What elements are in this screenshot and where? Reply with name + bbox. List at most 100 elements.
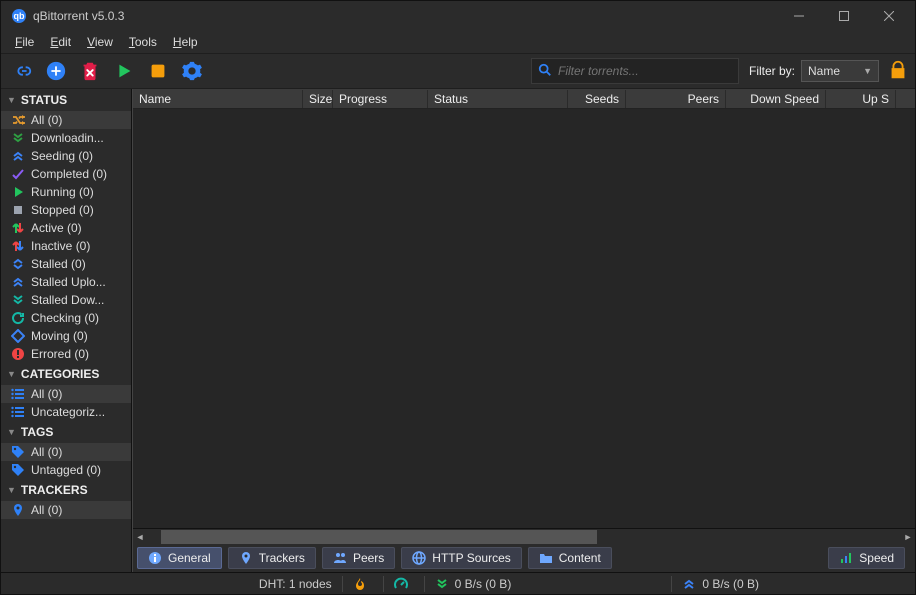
column-header[interactable]: Progress (333, 90, 428, 108)
diamond-icon (11, 329, 25, 343)
sidebar-item[interactable]: All (0) (1, 385, 131, 403)
sidebar-item-label: Completed (0) (31, 167, 125, 181)
close-button[interactable] (866, 1, 911, 31)
status-firewall[interactable] (353, 577, 373, 591)
sidebar-item-label: Inactive (0) (31, 239, 125, 253)
pause-button[interactable] (143, 56, 173, 86)
lock-button[interactable] (887, 59, 909, 84)
pin-icon (11, 503, 25, 517)
sidebar-item[interactable]: Active (0) (1, 219, 131, 237)
column-header[interactable]: Name (133, 90, 303, 108)
sidebar-item-label: Seeding (0) (31, 149, 125, 163)
sidebar-item[interactable]: All (0) (1, 111, 131, 129)
filter-by-value: Name (808, 64, 840, 78)
menu-tools[interactable]: Tools (121, 33, 165, 51)
settings-button[interactable] (177, 56, 207, 86)
play-icon (11, 185, 25, 199)
maximize-button[interactable] (821, 1, 866, 31)
sidebar-item[interactable]: Downloadin... (1, 129, 131, 147)
info-icon (148, 551, 162, 565)
tab-content[interactable]: Content (528, 547, 612, 569)
chevron-down-icon: ▼ (863, 66, 872, 76)
up-stack-icon (682, 577, 696, 591)
list-icon (11, 387, 25, 401)
sidebar-item[interactable]: Untagged (0) (1, 461, 131, 479)
sidebar-item-label: Stalled Dow... (31, 293, 125, 307)
sidebar-item[interactable]: Stopped (0) (1, 201, 131, 219)
shuffle-icon (11, 113, 25, 127)
tab-http-sources[interactable]: HTTP Sources (401, 547, 521, 569)
column-header[interactable]: Down Speed (726, 90, 826, 108)
filter-by-select[interactable]: Name ▼ (801, 60, 879, 82)
search-input[interactable] (558, 64, 732, 78)
add-torrent-button[interactable] (41, 56, 71, 86)
sidebar-item[interactable]: Checking (0) (1, 309, 131, 327)
sidebar-item-label: Moving (0) (31, 329, 125, 343)
sidebar-item-label: All (0) (31, 445, 125, 459)
sidebar-item[interactable]: Stalled Dow... (1, 291, 131, 309)
sidebar-item[interactable]: Running (0) (1, 183, 131, 201)
sidebar-item[interactable]: Errored (0) (1, 345, 131, 363)
sidebar-item[interactable]: Completed (0) (1, 165, 131, 183)
sidebar-item[interactable]: Seeding (0) (1, 147, 131, 165)
add-link-button[interactable] (7, 56, 37, 86)
sidebar-item[interactable]: All (0) (1, 443, 131, 461)
scroll-right-arrow[interactable]: ► (901, 530, 915, 544)
sidebar-item[interactable]: Inactive (0) (1, 237, 131, 255)
menu-view[interactable]: View (79, 33, 121, 51)
menu-file[interactable]: File (7, 33, 42, 51)
status-alt-speed[interactable] (394, 577, 414, 591)
status-dht[interactable]: DHT: 1 nodes (259, 577, 332, 591)
sidebar-item-label: Downloadin... (31, 131, 125, 145)
sidebar-item[interactable]: Uncategoriz... (1, 403, 131, 421)
sidebar-item[interactable]: Stalled Uplo... (1, 273, 131, 291)
alert-icon (11, 347, 25, 361)
tab-label: Trackers (259, 551, 305, 565)
collapse-icon: ▼ (7, 95, 16, 105)
tab-label: Speed (859, 551, 894, 565)
column-header[interactable]: Status (428, 90, 568, 108)
column-header[interactable]: Size (303, 90, 333, 108)
down-stack-icon (11, 131, 25, 145)
sidebar-section-trackers[interactable]: ▼TRACKERS (1, 479, 131, 501)
square-icon (11, 203, 25, 217)
search-box[interactable] (531, 58, 739, 84)
delete-button[interactable] (75, 56, 105, 86)
sidebar-item[interactable]: All (0) (1, 501, 131, 519)
sidebar-section-categories[interactable]: ▼CATEGORIES (1, 363, 131, 385)
list-icon (11, 405, 25, 419)
table-body[interactable] (133, 109, 915, 528)
filter-by-label: Filter by: (749, 64, 795, 78)
menu-help[interactable]: Help (165, 33, 206, 51)
menubar: FileEditViewToolsHelp (1, 31, 915, 53)
minimize-button[interactable] (776, 1, 821, 31)
scroll-left-arrow[interactable]: ◄ (133, 530, 147, 544)
tab-trackers[interactable]: Trackers (228, 547, 316, 569)
tab-label: HTTP Sources (432, 551, 510, 565)
column-header[interactable]: Peers (626, 90, 726, 108)
scroll-thumb[interactable] (161, 530, 597, 544)
start-button[interactable] (109, 56, 139, 86)
refresh-icon (11, 311, 25, 325)
sidebar-item-label: Stalled Uplo... (31, 275, 125, 289)
horizontal-scrollbar[interactable]: ◄ ► (133, 528, 915, 544)
sidebar-item[interactable]: Moving (0) (1, 327, 131, 345)
sidebar-item[interactable]: Stalled (0) (1, 255, 131, 273)
column-header[interactable]: Seeds (568, 90, 626, 108)
collapse-icon: ▼ (7, 485, 16, 495)
menu-edit[interactable]: Edit (42, 33, 79, 51)
status-download-speed[interactable]: 0 B/s (0 B) (435, 577, 512, 591)
tag-icon (11, 463, 25, 477)
sidebar-item-label: All (0) (31, 503, 125, 517)
folder-icon (539, 551, 553, 565)
updown2-icon (11, 257, 25, 271)
svg-text:qb: qb (14, 11, 25, 21)
sidebar-section-tags[interactable]: ▼TAGS (1, 421, 131, 443)
tab-general[interactable]: General (137, 547, 222, 569)
column-header[interactable]: Up S (826, 90, 896, 108)
tab-speed[interactable]: Speed (828, 547, 905, 569)
status-upload-speed[interactable]: 0 B/s (0 B) (682, 577, 759, 591)
sidebar-section-status[interactable]: ▼STATUS (1, 89, 131, 111)
http-icon (412, 551, 426, 565)
tab-peers[interactable]: Peers (322, 547, 395, 569)
